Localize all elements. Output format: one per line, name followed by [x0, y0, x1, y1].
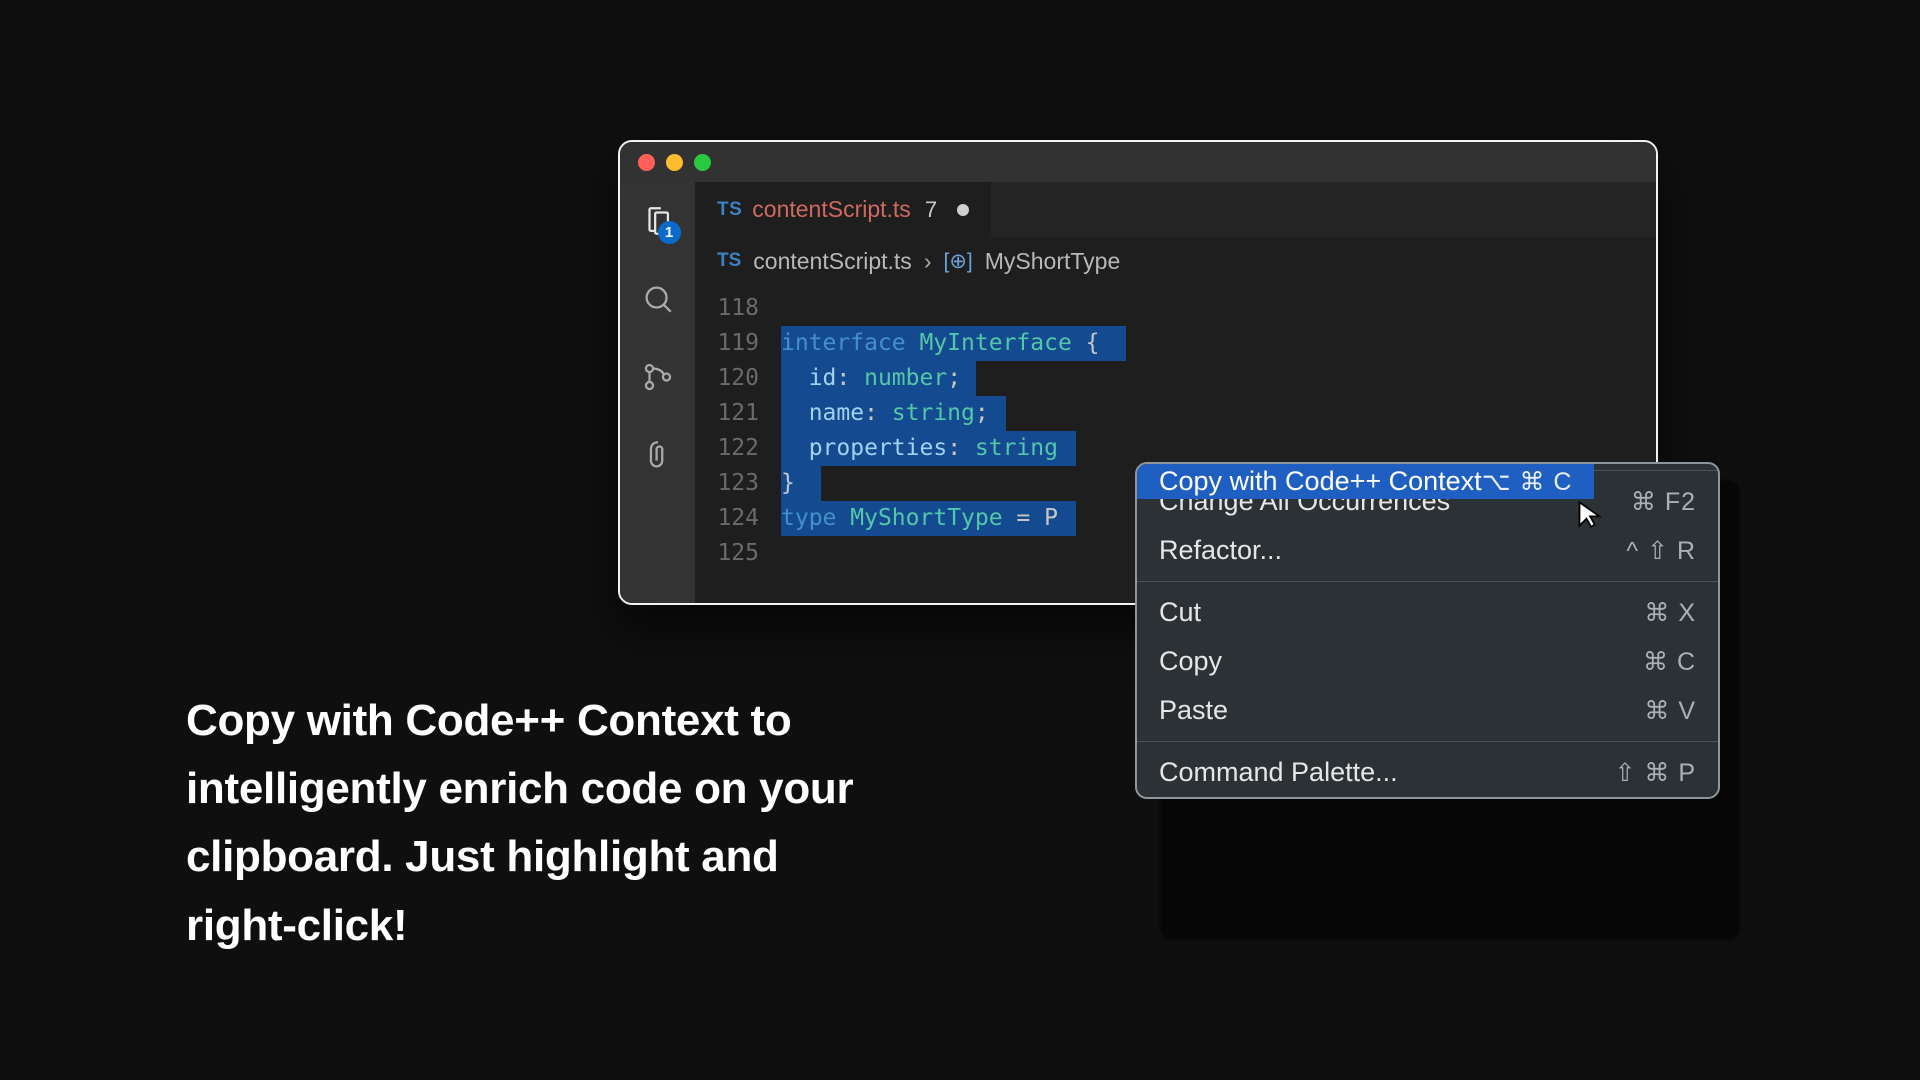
chevron-right-icon: › [924, 248, 932, 275]
code-line[interactable] [781, 536, 1100, 571]
line-number: 118 [695, 291, 759, 326]
line-gutter: 118119120121122123124125 [695, 285, 781, 603]
code-content[interactable]: interface MyInterface { id: number; name… [781, 285, 1100, 603]
menu-item-label: Copy [1159, 646, 1222, 677]
menu-item-shortcut: ⌘ X [1644, 598, 1696, 628]
breadcrumb-symbol: MyShortType [985, 248, 1121, 275]
promo-caption: Copy with Code++ Context to intelligentl… [186, 687, 866, 960]
menu-item-cut[interactable]: Cut ⌘ X [1137, 588, 1718, 637]
search-icon[interactable] [641, 282, 675, 316]
breadcrumb[interactable]: TS contentScript.ts › [⊕] MyShortType [695, 237, 1656, 285]
explorer-badge: 1 [658, 221, 681, 244]
line-number: 121 [695, 396, 759, 431]
menu-item-shortcut: ⌥ ⌘ C [1482, 467, 1573, 497]
maximize-window-button[interactable] [694, 154, 711, 171]
menu-item-paste[interactable]: Paste ⌘ V [1137, 686, 1718, 735]
code-line[interactable]: interface MyInterface { [781, 326, 1100, 361]
line-number: 122 [695, 431, 759, 466]
close-window-button[interactable] [638, 154, 655, 171]
code-line[interactable]: type MyShortType = P [781, 501, 1100, 536]
menu-separator [1137, 581, 1718, 582]
context-menu: Copy with Code++ Context⌥ ⌘ CChange All … [1135, 462, 1720, 799]
code-line[interactable]: properties: string [781, 431, 1100, 466]
tab-problem-count: 7 [925, 197, 937, 223]
explorer-icon[interactable]: 1 [641, 204, 675, 238]
code-line[interactable] [781, 291, 1100, 326]
menu-item-label: Paste [1159, 695, 1228, 726]
line-number: 119 [695, 326, 759, 361]
menu-item-label: Copy with Code++ Context [1159, 466, 1482, 497]
menu-item-shortcut: ⇧ ⌘ P [1614, 758, 1696, 788]
minimize-window-button[interactable] [666, 154, 683, 171]
symbol-interface-icon: [⊕] [943, 249, 972, 274]
window-titlebar [620, 142, 1656, 182]
line-number: 123 [695, 466, 759, 501]
code-line[interactable]: } [781, 466, 1100, 501]
menu-item-label: Refactor... [1159, 535, 1282, 566]
code-line[interactable]: name: string; [781, 396, 1100, 431]
activity-bar: 1 [620, 182, 695, 603]
line-number: 120 [695, 361, 759, 396]
typescript-badge-icon: TS [717, 250, 741, 272]
attachment-icon[interactable] [641, 438, 675, 472]
menu-item-label: Cut [1159, 597, 1201, 628]
source-control-icon[interactable] [641, 360, 675, 394]
menu-separator [1137, 741, 1718, 742]
tab-contentscript[interactable]: TS contentScript.ts 7 [695, 182, 992, 237]
line-number: 125 [695, 536, 759, 571]
menu-item-shortcut: ^ ⇧ R [1626, 536, 1696, 566]
typescript-badge-icon: TS [717, 199, 742, 221]
tab-filename: contentScript.ts [752, 196, 911, 223]
menu-item-copy[interactable]: Copy ⌘ C [1137, 637, 1718, 686]
menu-item-shortcut: ⌘ V [1644, 696, 1696, 726]
menu-item-label: Command Palette... [1159, 757, 1398, 788]
menu-item-refactor[interactable]: Refactor... ^ ⇧ R [1137, 526, 1718, 575]
line-number: 124 [695, 501, 759, 536]
editor-tabbar: TS contentScript.ts 7 [695, 182, 1656, 237]
menu-item-copy-with-code-context[interactable]: Copy with Code++ Context⌥ ⌘ C [1137, 464, 1594, 499]
menu-item-command-palette[interactable]: Command Palette... ⇧ ⌘ P [1137, 748, 1718, 797]
breadcrumb-file: contentScript.ts [753, 248, 912, 275]
menu-item-shortcut: ⌘ F2 [1631, 487, 1696, 517]
cursor-icon [1576, 500, 1604, 528]
menu-item-shortcut: ⌘ C [1643, 647, 1696, 677]
code-line[interactable]: id: number; [781, 361, 1100, 396]
unsaved-indicator-icon [957, 204, 969, 216]
